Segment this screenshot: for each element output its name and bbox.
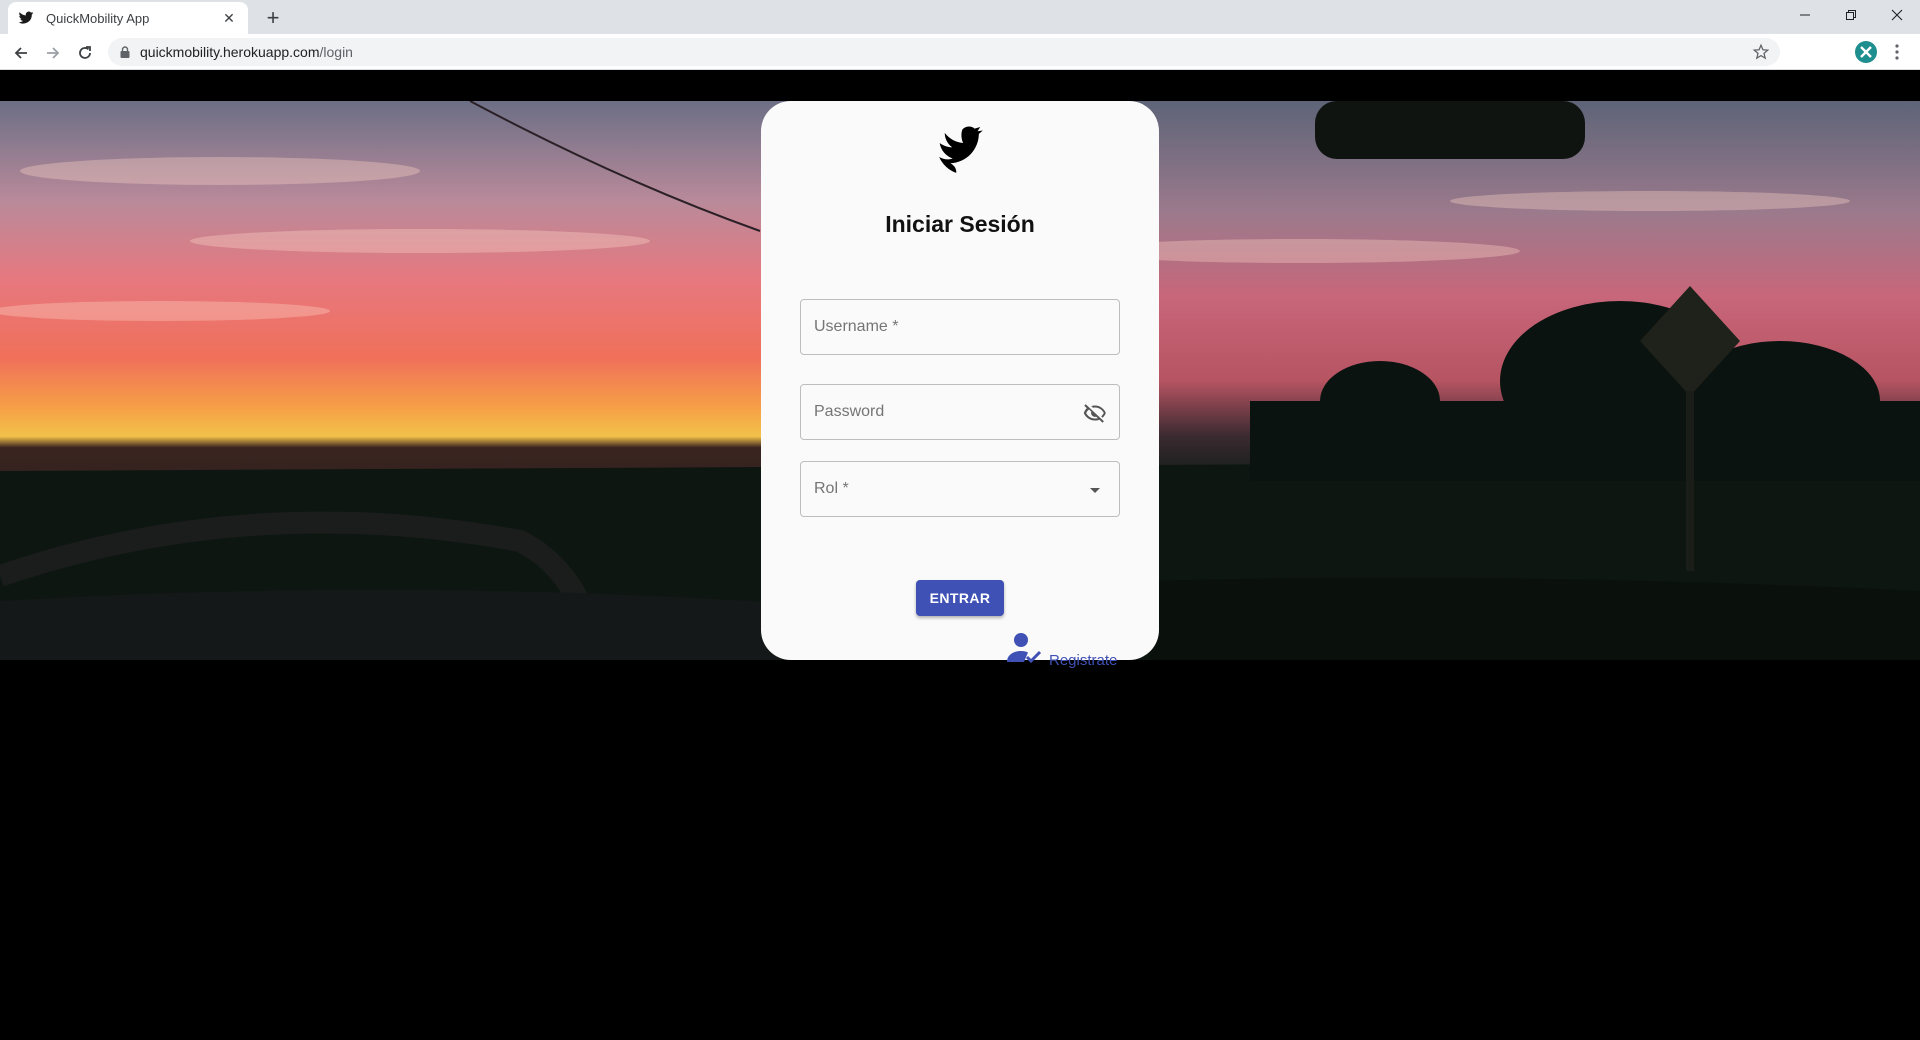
minimize-icon[interactable]: [1782, 0, 1828, 30]
twitter-bird-icon: [929, 119, 993, 183]
tab-close-icon[interactable]: ✕: [220, 10, 238, 27]
url-text: quickmobility.herokuapp.com/login: [140, 44, 353, 60]
lock-icon: [120, 46, 130, 58]
visibility-off-icon[interactable]: [1083, 401, 1107, 425]
url-host: quickmobility.herokuapp.com: [140, 44, 320, 60]
password-label: Password: [814, 403, 885, 420]
new-tab-button[interactable]: +: [260, 5, 286, 31]
username-label: Username *: [814, 318, 899, 335]
page-content: Iniciar Sesión Username * Password Rol *…: [0, 70, 1920, 1040]
tab-title: QuickMobility App: [46, 10, 150, 26]
back-icon[interactable]: [8, 40, 34, 66]
browser-toolbar: quickmobility.herokuapp.com/login: [0, 34, 1920, 70]
username-field[interactable]: Username *: [800, 299, 1120, 355]
browser-tab-strip: QuickMobility App ✕ +: [0, 0, 1920, 34]
rol-label: Rol *: [814, 480, 849, 497]
extension-icon[interactable]: [1855, 41, 1877, 63]
address-bar[interactable]: quickmobility.herokuapp.com/login: [108, 38, 1780, 66]
rol-select[interactable]: Rol *: [800, 461, 1120, 517]
twitter-bird-favicon-icon: [18, 9, 36, 27]
person-check-icon: [1005, 632, 1043, 666]
url-path: /login: [319, 44, 353, 60]
register-link[interactable]: Registrate: [1005, 632, 1145, 672]
password-field[interactable]: Password: [800, 384, 1120, 440]
forward-icon[interactable]: [40, 40, 66, 66]
bookmark-star-icon[interactable]: [1752, 43, 1770, 66]
login-card: Iniciar Sesión Username * Password Rol *…: [761, 101, 1159, 660]
page-title: Iniciar Sesión: [885, 211, 1035, 237]
restore-icon[interactable]: [1828, 0, 1874, 30]
arrow-drop-down-icon: [1083, 478, 1107, 502]
entrar-button[interactable]: ENTRAR: [916, 580, 1004, 616]
register-label: Registrate: [1049, 652, 1118, 669]
browser-menu-icon[interactable]: [1890, 41, 1904, 63]
close-window-icon[interactable]: [1874, 0, 1920, 30]
reload-icon[interactable]: [72, 40, 98, 66]
browser-tab[interactable]: QuickMobility App ✕: [8, 2, 248, 34]
